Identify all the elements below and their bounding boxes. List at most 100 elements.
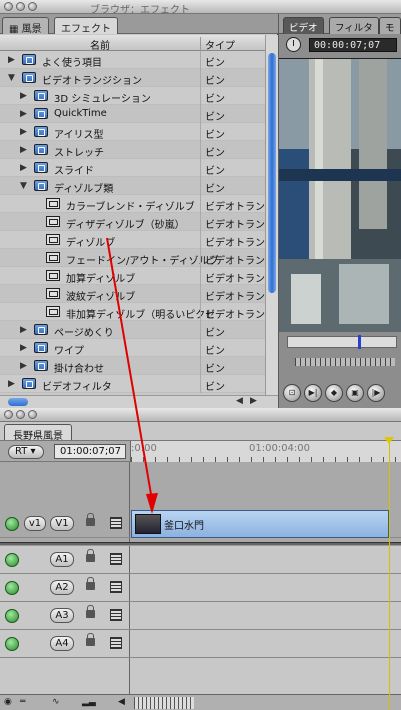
lock-icon[interactable] [86,577,95,590]
disclosure-open-icon[interactable]: ▼ [20,181,27,191]
jog-shuttle-bar[interactable] [295,358,395,366]
list-item[interactable]: ▶ よく使う項目 ビン [0,51,265,69]
list-item[interactable]: フェードイン/アウト・ディゾルブビデオトランジ [0,249,265,267]
lock-icon[interactable] [86,513,95,526]
rt-menu-button[interactable]: RT ▾ [8,445,44,459]
disclosure-closed-icon[interactable]: ▶ [20,325,27,335]
dest-track-a2[interactable]: A2 [50,580,74,595]
tab-motion[interactable]: モ [379,17,401,34]
item-type: ビデオトランジ [200,249,265,267]
time-ruler[interactable]: :0:00 01:00:04:00 [130,441,401,463]
list-item[interactable]: 加算ディゾルブ ビデオトランジ [0,267,265,285]
zoom-window-button[interactable] [28,2,37,11]
horizontal-scrollbar[interactable]: ◀ ▶ [0,395,278,408]
audio-enable-icon[interactable] [5,553,19,567]
item-type: ビデオトランジ [200,213,265,231]
scroll-left-arrow-icon[interactable]: ◀ [236,396,243,406]
lock-icon[interactable] [86,605,95,618]
source-track-v1[interactable]: v1 [24,516,46,531]
name-column-header[interactable]: 名前 [0,37,200,52]
auto-select-icon[interactable] [110,517,122,529]
browser-tabs: ▦ 風景 エフェクト [0,14,278,35]
dest-track-a4[interactable]: A4 [50,636,74,651]
list-item[interactable]: ▶ ワイプ ビン [0,339,265,357]
list-item[interactable]: ディゾルブ ビデオトランジ [0,231,265,249]
timeline-close-button[interactable] [4,410,13,419]
disclosure-closed-icon[interactable]: ▶ [8,55,15,65]
auto-select-icon[interactable] [110,609,122,621]
audio-enable-icon[interactable] [5,581,19,595]
mark-clip-button[interactable]: ⊡ [283,384,301,402]
video-clip[interactable]: 釜口水門 [131,510,389,538]
list-item[interactable]: ディザディゾルブ（砂嵐） ビデオトランジ [0,213,265,231]
bin-icon [34,126,48,137]
scroll-thumb[interactable] [268,53,276,293]
timeline-playhead-icon[interactable] [384,437,394,444]
item-name: 加算ディゾルブ [66,274,136,285]
dest-track-a3[interactable]: A3 [50,608,74,623]
scroll-right-arrow-icon[interactable]: ▶ [250,396,257,406]
disclosure-closed-icon[interactable]: ▶ [20,145,27,155]
audio-enable-icon[interactable] [5,609,19,623]
tab-project[interactable]: ▦ 風景 [2,17,49,35]
close-window-button[interactable] [4,2,13,11]
item-name: ビデオフィルタ [42,382,112,393]
dest-track-a1[interactable]: A1 [50,552,74,567]
viewer-scrubber[interactable] [287,335,397,349]
auto-select-icon[interactable] [110,553,122,565]
mark-out-button[interactable]: |▶ [367,384,385,402]
type-column-header[interactable]: タイプ [200,37,265,52]
list-item[interactable]: ▶ ストレッチ ビン [0,141,265,159]
track-size-icon[interactable]: ═ [20,697,25,709]
list-item[interactable]: ▶ 掛け合わせ ビン [0,357,265,375]
list-item[interactable]: 波紋ディゾルブ ビデオトランジ [0,285,265,303]
timeline-zoom-button[interactable] [28,410,37,419]
list-item[interactable]: ▶ ページめくり ビン [0,321,265,339]
disclosure-closed-icon[interactable]: ▶ [20,361,27,371]
disclosure-closed-icon[interactable]: ▶ [20,109,27,119]
timeline-playhead-line[interactable] [389,438,390,710]
list-item[interactable]: ▶ 3D シミュレーション ビン [0,87,265,105]
timeline-minimize-button[interactable] [16,410,25,419]
disclosure-closed-icon[interactable]: ▶ [8,379,15,389]
vertical-scrollbar[interactable] [265,35,278,395]
list-item[interactable]: ▶ アイリス型 ビン [0,123,265,141]
tab-video[interactable]: ビデオ [283,17,324,34]
sequence-tab[interactable]: 長野県風景 [4,424,72,442]
track-height-icon[interactable]: ◉ [4,697,12,709]
dest-track-v1[interactable]: V1 [50,516,74,531]
timeline-timecode[interactable]: 01:00:07;07 [54,444,126,459]
lock-icon[interactable] [86,549,95,562]
tab-effects[interactable]: エフェクト [54,17,118,35]
viewer-timecode[interactable]: 00:00:07;07 [309,38,397,52]
match-frame-button[interactable]: ▣ [346,384,364,402]
zoom-left-arrow-icon[interactable]: ◀ [118,697,125,709]
timecode-clock-icon [286,37,301,52]
disclosure-closed-icon[interactable]: ▶ [20,343,27,353]
track-visibility-icon[interactable] [5,517,19,531]
tab-filters[interactable]: フィルタ [329,17,379,34]
auto-select-icon[interactable] [110,637,122,649]
lock-icon[interactable] [86,633,95,646]
disclosure-closed-icon[interactable]: ▶ [20,163,27,173]
list-item[interactable]: ▶ スライド ビン [0,159,265,177]
list-item[interactable]: ▶ QuickTime ビン [0,105,265,123]
list-item[interactable]: カラーブレンド・ディゾルブビデオトランジ [0,195,265,213]
minimize-window-button[interactable] [16,2,25,11]
add-marker-button[interactable]: ◆ [325,384,343,402]
list-item[interactable]: ▼ ディゾルブ類 ビン [0,177,265,195]
viewer-playhead[interactable] [358,335,361,349]
disclosure-closed-icon[interactable]: ▶ [20,91,27,101]
audio-enable-icon[interactable] [5,637,19,651]
horizontal-scroll-thumb[interactable] [8,398,28,406]
clip-keyframes-icon[interactable]: ∿ [52,697,60,709]
list-item[interactable]: 非加算ディゾルブ（明るいピクセビデオトランジ [0,303,265,321]
mark-in-button[interactable]: ▶| [304,384,322,402]
disclosure-open-icon[interactable]: ▼ [8,73,15,83]
auto-select-icon[interactable] [110,581,122,593]
list-item[interactable]: ▼ ビデオトランジション ビン [0,69,265,87]
zoom-slider[interactable] [134,697,194,709]
list-item[interactable]: ▶ ビデオフィルタ ビン [0,375,265,393]
zoom-control-icon[interactable]: ▂▃ [82,697,96,709]
disclosure-closed-icon[interactable]: ▶ [20,127,27,137]
